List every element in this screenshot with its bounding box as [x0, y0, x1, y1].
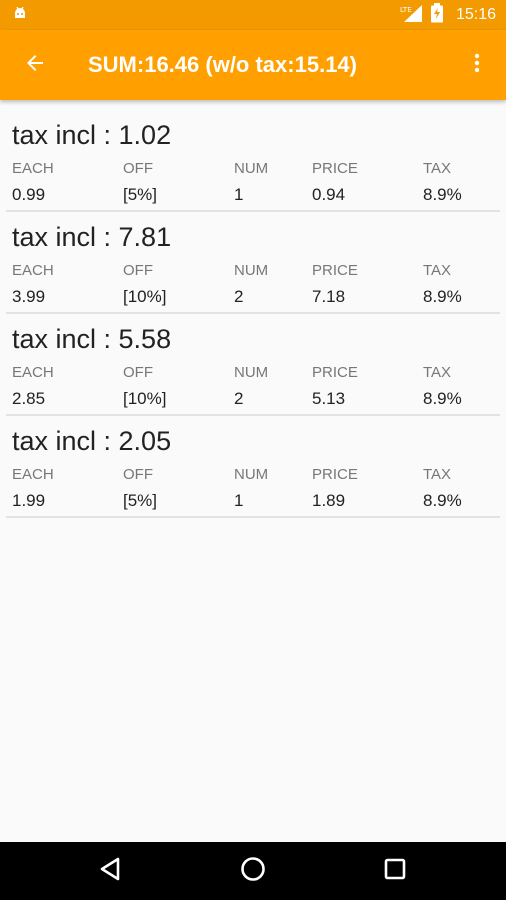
col-label-num: NUM: [234, 364, 269, 381]
col-label-tax: TAX: [423, 364, 452, 381]
value-tax: 8.9%: [423, 185, 462, 204]
battery-icon: [430, 3, 444, 27]
value-num: 1: [234, 185, 244, 204]
list-item[interactable]: tax incl : 5.58 EACH 2.85 OFF [10%] NUM 2 P…: [0, 314, 506, 416]
value-each: 0.99: [12, 185, 46, 204]
value-tax: 8.9%: [423, 287, 462, 306]
arrow-left-icon: [23, 51, 47, 79]
nav-home-icon: [239, 855, 267, 887]
value-off: [10%]: [123, 389, 167, 408]
page-title: SUM:16.46 (w/o tax:15.14): [88, 52, 357, 77]
signal-icon: LTE: [400, 3, 424, 27]
nav-recents-button[interactable]: [375, 851, 415, 891]
value-off: [5%]: [123, 491, 158, 510]
col-label-each: EACH: [12, 466, 54, 483]
col-label-num: NUM: [234, 466, 269, 483]
value-price: 7.18: [312, 287, 346, 306]
value-off: [5%]: [123, 185, 158, 204]
item-tax-incl: tax incl : 2.05: [12, 426, 172, 456]
overflow-menu-button[interactable]: [462, 50, 492, 80]
item-list: tax incl : 1.02 EACH 0.99 OFF [5%] NUM 1 PR…: [0, 110, 506, 518]
value-each: 2.85: [12, 389, 46, 408]
nav-home-button[interactable]: [233, 851, 273, 891]
list-item[interactable]: tax incl : 7.81 EACH 3.99 OFF [10%] NUM 2 P…: [0, 212, 506, 314]
more-vert-icon: [465, 51, 489, 79]
network-type-label: LTE: [400, 6, 412, 14]
item-tax-incl: tax incl : 5.58: [12, 324, 172, 354]
item-tax-incl: tax incl : 1.02: [12, 120, 172, 150]
value-num: 1: [234, 491, 244, 510]
nav-back-button[interactable]: [91, 851, 131, 891]
value-num: 2: [234, 389, 244, 408]
col-label-each: EACH: [12, 364, 54, 381]
col-label-num: NUM: [234, 262, 269, 279]
app-bar: SUM:16.46 (w/o tax:15.14): [0, 30, 506, 100]
status-bar: LTE 15:16: [0, 0, 506, 30]
col-label-price: PRICE: [312, 466, 358, 483]
value-num: 2: [234, 287, 244, 306]
col-label-off: OFF: [123, 262, 153, 279]
col-label-each: EACH: [12, 160, 54, 177]
col-label-tax: TAX: [423, 160, 452, 177]
system-nav-bar: [0, 842, 506, 900]
col-label-num: NUM: [234, 160, 269, 177]
value-price: 1.89: [312, 491, 346, 510]
col-label-price: PRICE: [312, 262, 358, 279]
nav-recents-icon: [383, 857, 407, 885]
value-tax: 8.9%: [423, 389, 462, 408]
back-button[interactable]: [20, 50, 50, 80]
col-label-price: PRICE: [312, 160, 358, 177]
value-each: 1.99: [12, 491, 46, 510]
col-label-off: OFF: [123, 160, 153, 177]
status-time: 15:16: [455, 6, 496, 23]
col-label-tax: TAX: [423, 262, 452, 279]
list-item[interactable]: tax incl : 1.02 EACH 0.99 OFF [5%] NUM 1 PR…: [0, 110, 506, 212]
value-each: 3.99: [12, 287, 46, 306]
value-tax: 8.9%: [423, 491, 462, 510]
nav-back-icon: [98, 856, 124, 886]
android-icon: [12, 6, 28, 22]
col-label-each: EACH: [12, 262, 54, 279]
item-tax-incl: tax incl : 7.81: [12, 222, 172, 252]
col-label-off: OFF: [123, 466, 153, 483]
list-item[interactable]: tax incl : 2.05 EACH 1.99 OFF [5%] NUM 1 PR…: [0, 416, 506, 518]
col-label-price: PRICE: [312, 364, 358, 381]
value-off: [10%]: [123, 287, 167, 306]
value-price: 0.94: [312, 185, 346, 204]
value-price: 5.13: [312, 389, 346, 408]
col-label-off: OFF: [123, 364, 153, 381]
divider: [6, 516, 500, 518]
col-label-tax: TAX: [423, 466, 452, 483]
